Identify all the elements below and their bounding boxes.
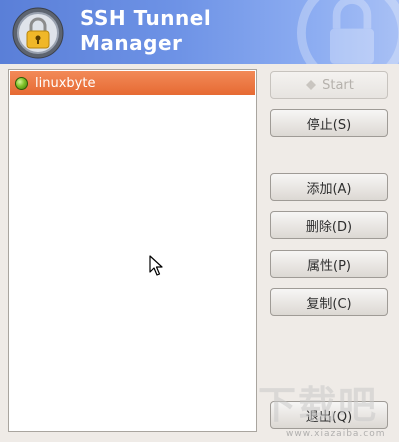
app-title-line1: SSH Tunnel xyxy=(80,6,212,30)
app-title: SSH Tunnel Manager xyxy=(80,6,211,56)
start-button-label: Start xyxy=(322,77,354,93)
mouse-cursor-icon xyxy=(149,255,163,276)
quit-button-label: 退出(Q) xyxy=(305,409,353,425)
start-button[interactable]: Start xyxy=(270,71,388,99)
stop-button-label: 停止(S) xyxy=(306,117,352,133)
lock-watermark-icon xyxy=(297,0,399,64)
stop-button[interactable]: 停止(S) xyxy=(270,109,388,137)
app-title-line2: Manager xyxy=(80,31,183,55)
delete-button[interactable]: 删除(D) xyxy=(270,211,388,239)
properties-button[interactable]: 属性(P) xyxy=(270,250,388,278)
add-button[interactable]: 添加(A) xyxy=(270,173,388,201)
watermark-url: www.xiazaiba.com xyxy=(286,429,386,439)
tunnel-list-item[interactable]: linuxbyte xyxy=(10,71,255,95)
tunnel-list[interactable]: linuxbyte xyxy=(8,69,257,432)
padlock-logo-icon xyxy=(12,7,64,59)
tunnel-name: linuxbyte xyxy=(35,75,96,91)
properties-button-label: 属性(P) xyxy=(307,258,351,274)
connect-icon xyxy=(306,80,317,90)
header-banner: SSH Tunnel Manager xyxy=(0,0,399,64)
quit-button[interactable]: 退出(Q) xyxy=(270,401,388,429)
add-button-label: 添加(A) xyxy=(306,181,352,197)
copy-button-label: 复制(C) xyxy=(306,296,352,312)
delete-button-label: 删除(D) xyxy=(305,219,353,235)
status-active-icon xyxy=(15,76,28,90)
copy-button[interactable]: 复制(C) xyxy=(270,288,388,316)
